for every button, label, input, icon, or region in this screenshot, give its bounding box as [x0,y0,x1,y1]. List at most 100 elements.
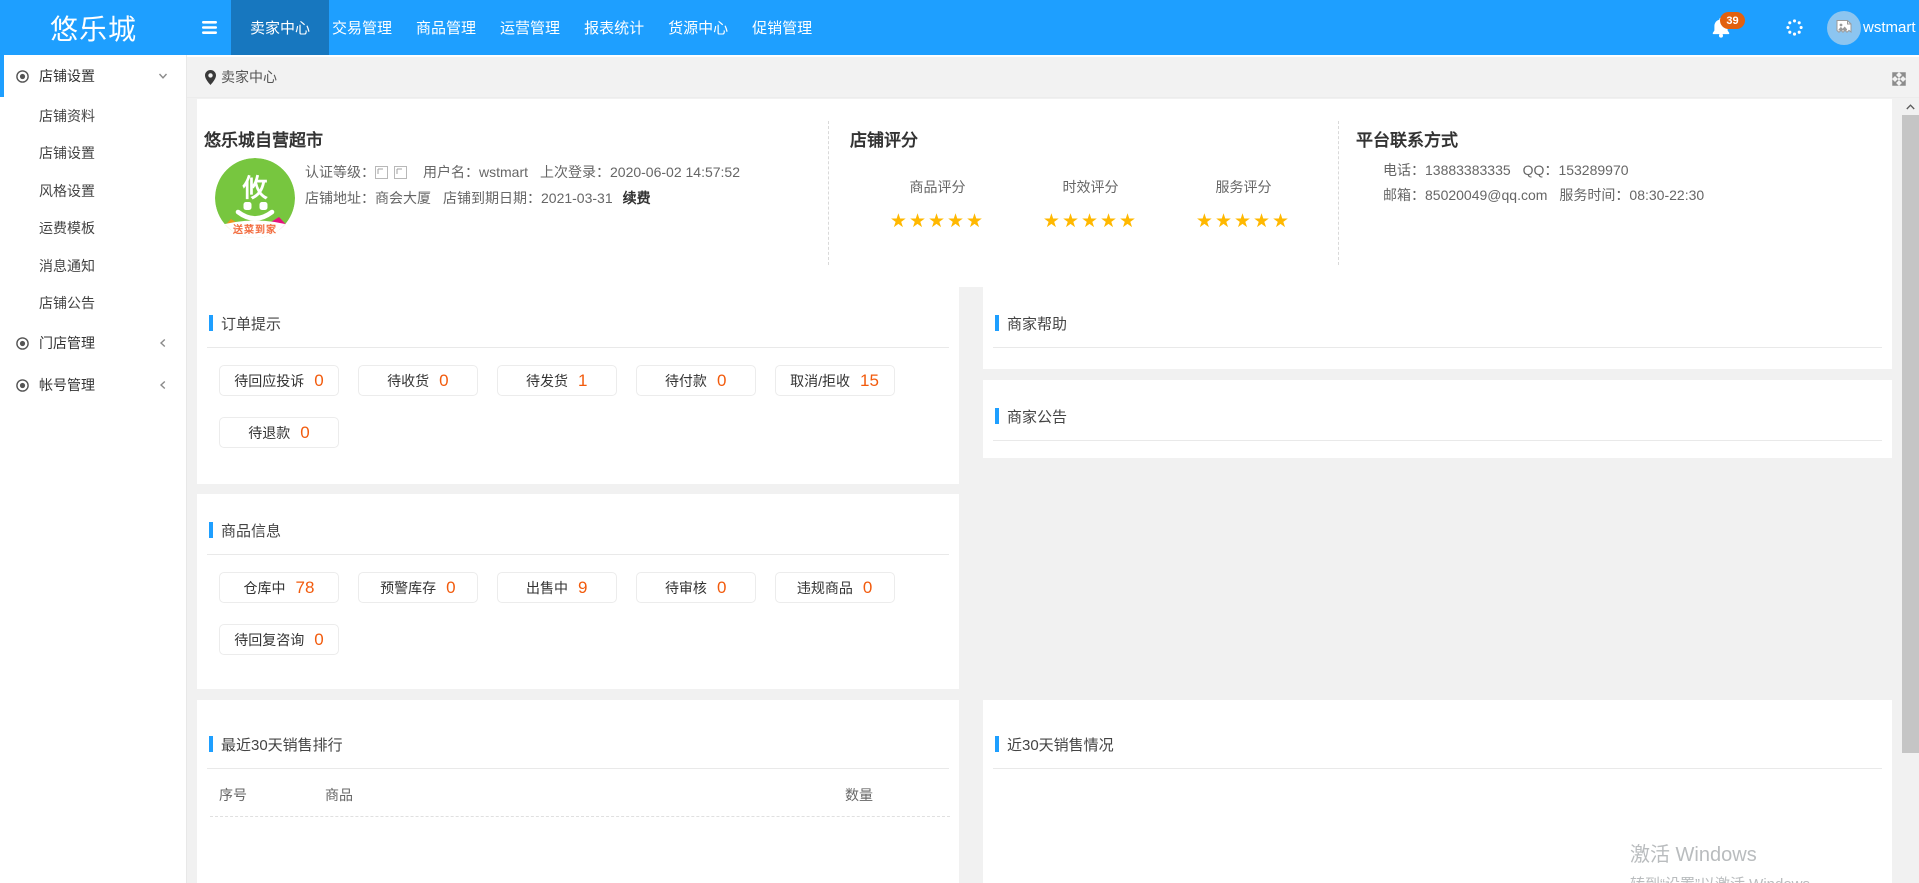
sidebar-subitem-message-notify[interactable]: 消息通知 [0,247,186,285]
stat-button-cancelled[interactable]: 取消/拒收15 [775,365,895,396]
stat-button-to-receive[interactable]: 待收货0 [358,365,478,396]
service-hours-label: 服务时间： [1559,187,1629,203]
stat-button-complaints[interactable]: 待回应投诉0 [219,365,339,396]
shop-overview-card: 悠乐城自营超市 攸 送菜到家 认证等级：用户名：wstmart上次登录：2020… [197,99,1892,287]
panel-title: 商家帮助 [1007,313,1067,334]
merchant-notice-panel: 商家公告 [983,380,1892,458]
notification-badge: 39 [1720,12,1745,29]
shop-username-label: 用户名： [423,164,479,180]
stat-button-to-pay[interactable]: 待付款0 [636,365,756,396]
sales-trend-panel: 近30天销售情况 激活 Windows 转到“设置”以激活 Windows [983,700,1892,883]
stat-label: 预警库存 [380,578,436,598]
last-login-value: 2020-06-02 14:57:52 [610,164,740,180]
sidebar-item-shop-settings[interactable]: 店铺设置 [0,55,186,97]
service-hours-value: 08:30-22:30 [1629,187,1704,203]
breadcrumb-bar: 卖家中心 [187,55,1919,98]
chevron-left-icon [158,338,168,348]
panel-title-row: 商家公告 [995,406,1880,426]
stat-value: 15 [860,371,879,391]
panel-title-row: 最近30天销售排行 [209,734,947,754]
stat-button-pending-review[interactable]: 待审核0 [636,572,756,603]
contact-info: 电话：13883383335QQ：153289970 邮箱：85020049@q… [1383,158,1704,208]
email-value: 85020049@qq.com [1425,187,1547,203]
scrollbar-thumb[interactable] [1902,115,1919,753]
stat-button-refunds[interactable]: 待退款0 [219,417,339,448]
stat-value: 0 [314,371,323,391]
sidebar-subitem-freight-template[interactable]: 运费模板 [0,210,186,248]
stat-button-stock-warning[interactable]: 预警库存0 [358,572,478,603]
stat-label: 待发货 [526,371,568,391]
broken-image-icon [1834,18,1854,38]
nav-item-operation[interactable]: 运营管理 [488,0,572,55]
stat-label: 待回复咨询 [234,630,304,650]
user-avatar[interactable] [1827,11,1861,45]
refresh-spinner-icon[interactable] [1786,19,1803,36]
radio-bullet-icon [16,337,29,350]
sidebar-item-account-management[interactable]: 帐号管理 [0,364,186,406]
order-tips-panel: 订单提示 待回应投诉0 待收货0 待发货1 待付款0 取消/拒收15 待退款0 [197,287,959,484]
sidebar-subitem-shop-profile[interactable]: 店铺资料 [0,97,186,135]
sidebar-subitem-shop-config[interactable]: 店铺设置 [0,135,186,173]
main-content: 悠乐城自营超市 攸 送菜到家 认证等级：用户名：wstmart上次登录：2020… [187,98,1902,883]
stat-button-pending-inquiries[interactable]: 待回复咨询 0 [219,624,339,655]
stat-button-to-ship[interactable]: 待发货 1 [497,365,617,396]
shop-address-value: 商会大厦 [375,190,431,206]
merchant-help-panel: 商家帮助 [983,287,1892,369]
notifications-button[interactable]: 39 [1712,16,1730,38]
sidebar-item-label: 帐号管理 [39,375,95,395]
shop-username-value: wstmart [479,164,528,180]
hamburger-menu-button[interactable] [187,0,231,55]
nav-item-label: 货源中心 [668,17,728,38]
sidebar-subitem-style-settings[interactable]: 风格设置 [0,172,186,210]
star-rating: ★★★★★ [1167,210,1320,233]
ranking-table-header: 序号 商品 数量 [197,785,959,805]
nav-item-reports[interactable]: 报表统计 [572,0,656,55]
nav-item-promotion[interactable]: 促销管理 [740,0,824,55]
location-pin-icon [205,70,216,85]
goods-stats: 仓库中78 预警库存0 出售中9 待审核0 违规商品0 待回复咨询 0 [219,572,959,676]
nav-item-trade[interactable]: 交易管理 [320,0,404,55]
shop-detail-line2: 店铺地址：商会大厦店铺到期日期：2021-03-31续费 [305,185,740,211]
watermark-line1: 激活 Windows [1630,844,1810,866]
sidebar-subitem-shop-announcement[interactable]: 店铺公告 [0,285,186,323]
panel-divider [207,768,949,769]
shop-logo: 攸 送菜到家 [215,158,295,238]
panel-title: 订单提示 [221,313,281,334]
star-rating: ★★★★★ [1014,210,1167,233]
column-header-index: 序号 [219,785,247,805]
stat-label: 待付款 [665,371,707,391]
cert-level-icon [375,166,388,179]
sidebar-subitem-label: 消息通知 [39,256,95,276]
fullscreen-expand-icon[interactable] [1892,72,1906,86]
panel-title: 商品信息 [221,520,281,541]
radio-bullet-icon [16,70,29,83]
stat-button-in-warehouse[interactable]: 仓库中78 [219,572,339,603]
stat-value: 1 [578,371,587,391]
panel-title: 近30天销售情况 [1007,734,1114,755]
column-header-quantity: 数量 [845,785,873,805]
phone-value: 13883383335 [1425,162,1511,178]
stat-label: 出售中 [526,578,568,598]
contact-line1: 电话：13883383335QQ：153289970 [1383,158,1704,183]
score-columns: 商品评分 ★★★★★ 时效评分 ★★★★★ 服务评分 ★★★★★ [861,177,1321,233]
shop-expire-value: 2021-03-31 [541,190,613,206]
renew-link[interactable]: 续费 [623,190,651,206]
nav-item-supply[interactable]: 货源中心 [656,0,740,55]
panel-divider [993,440,1882,441]
stat-label: 待退款 [248,423,290,443]
stat-label: 违规商品 [797,578,853,598]
stat-button-on-sale[interactable]: 出售中9 [497,572,617,603]
username-label[interactable]: wstmart [1863,0,1916,55]
sidebar-item-store-management[interactable]: 门店管理 [0,322,186,364]
title-accent-bar [209,315,213,331]
main-nav: 卖家中心 交易管理 商品管理 运营管理 报表统计 货源中心 促销管理 [231,0,824,55]
stat-value: 0 [314,630,323,650]
scrollbar-up-button[interactable] [1902,98,1919,115]
title-accent-bar [995,408,999,424]
vertical-scrollbar[interactable] [1902,98,1919,883]
stat-button-violations[interactable]: 违规商品0 [775,572,895,603]
nav-item-goods[interactable]: 商品管理 [404,0,488,55]
shop-name: 悠乐城自营超市 [204,129,323,153]
last-login-label: 上次登录： [540,164,610,180]
nav-item-seller-center[interactable]: 卖家中心 [231,0,329,55]
